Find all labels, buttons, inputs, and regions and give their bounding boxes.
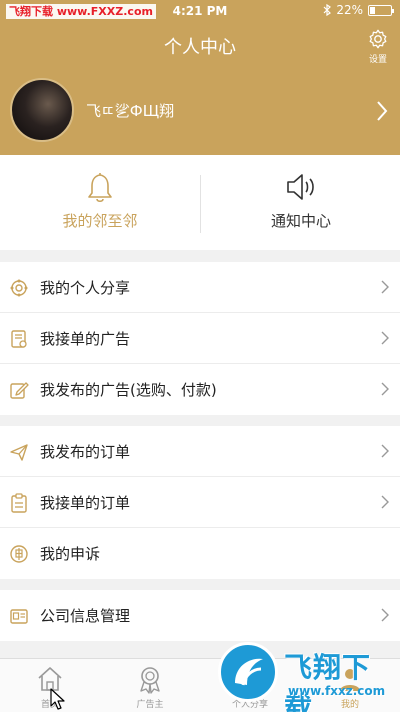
menu-item-label: 我发布的广告(选购、付款) <box>40 381 217 399</box>
gear-icon <box>369 29 387 49</box>
watermark-logo: 飞翔下载 www.fxxz.com <box>218 640 398 712</box>
neighbors-label: 我的邻至邻 <box>62 212 138 230</box>
send-icon <box>10 444 28 461</box>
chevron-right-icon[interactable] <box>376 100 388 122</box>
quick-actions: 我的邻至邻 通知中心 <box>0 155 400 250</box>
status-right: 22% <box>323 3 394 17</box>
tab-label: 广告主 <box>136 700 164 710</box>
watermark-circle-icon <box>218 642 278 702</box>
chevron-right-icon <box>381 382 389 396</box>
settings-button[interactable]: 设置 <box>364 28 392 65</box>
status-bar: 飞翔下载 www.FXXZ.com 4:21 PM 22% <box>0 0 400 22</box>
battery-percent: 22% <box>336 3 363 17</box>
ad-received-icon <box>11 330 27 348</box>
watermark-text: 飞翔下载 <box>284 651 372 712</box>
battery-icon <box>368 4 394 16</box>
menu-item-received-orders[interactable]: 我接单的订单 <box>0 477 400 528</box>
badge-icon <box>140 667 160 694</box>
chevron-right-icon <box>381 495 389 509</box>
settings-label: 设置 <box>368 55 387 65</box>
notification-center-label: 通知中心 <box>270 212 331 230</box>
menu-group-personal: 我的个人分享 我接单的广告 我发布的广告(选购、付款) <box>0 262 400 415</box>
menu-group-orders: 我发布的订单 我接单的订单 我的申诉 <box>0 426 400 579</box>
chevron-right-icon <box>381 444 389 458</box>
menu-item-label: 我接单的广告 <box>40 330 131 348</box>
chevron-right-icon <box>381 280 389 294</box>
clipboard-icon <box>11 493 27 513</box>
tab-advertiser[interactable]: 广告主 <box>100 659 200 712</box>
menu-item-label: 我发布的订单 <box>40 443 131 461</box>
menu-item-my-appeals[interactable]: 我的申诉 <box>0 528 400 579</box>
chevron-right-icon <box>381 331 389 345</box>
menu-item-received-ads[interactable]: 我接单的广告 <box>0 313 400 364</box>
menu-item-my-share[interactable]: 我的个人分享 <box>0 262 400 313</box>
avatar[interactable] <box>10 78 74 142</box>
speaker-icon <box>287 174 314 200</box>
page-title: 个人中心 <box>164 37 236 58</box>
company-icon <box>10 609 28 624</box>
profile-header: 个人中心 设置 飞ㄸ乷ФЩ翔 <box>0 22 400 155</box>
appeal-icon <box>10 545 28 563</box>
menu-group-company: 公司信息管理 <box>0 590 400 641</box>
watermark-url: www.fxxz.com <box>288 684 386 698</box>
bluetooth-icon <box>323 4 332 16</box>
bell-icon <box>88 173 112 203</box>
cursor-arrow-icon <box>50 688 65 710</box>
share-icon <box>10 279 28 297</box>
menu-item-label: 我的个人分享 <box>40 279 131 297</box>
menu-item-label: 公司信息管理 <box>40 607 131 625</box>
menu-item-label: 我的申诉 <box>40 545 101 563</box>
menu-item-label: 我接单的订单 <box>40 494 131 512</box>
neighbors-button[interactable]: 我的邻至邻 <box>0 155 200 250</box>
menu-item-published-orders[interactable]: 我发布的订单 <box>0 426 400 477</box>
notification-center-button[interactable]: 通知中心 <box>201 155 400 250</box>
edit-icon <box>10 382 29 399</box>
menu-item-published-ads[interactable]: 我发布的广告(选购、付款) <box>0 364 400 415</box>
menu-item-company-info[interactable]: 公司信息管理 <box>0 590 400 641</box>
username: 飞ㄸ乷ФЩ翔 <box>86 102 175 120</box>
chevron-right-icon <box>381 608 389 622</box>
